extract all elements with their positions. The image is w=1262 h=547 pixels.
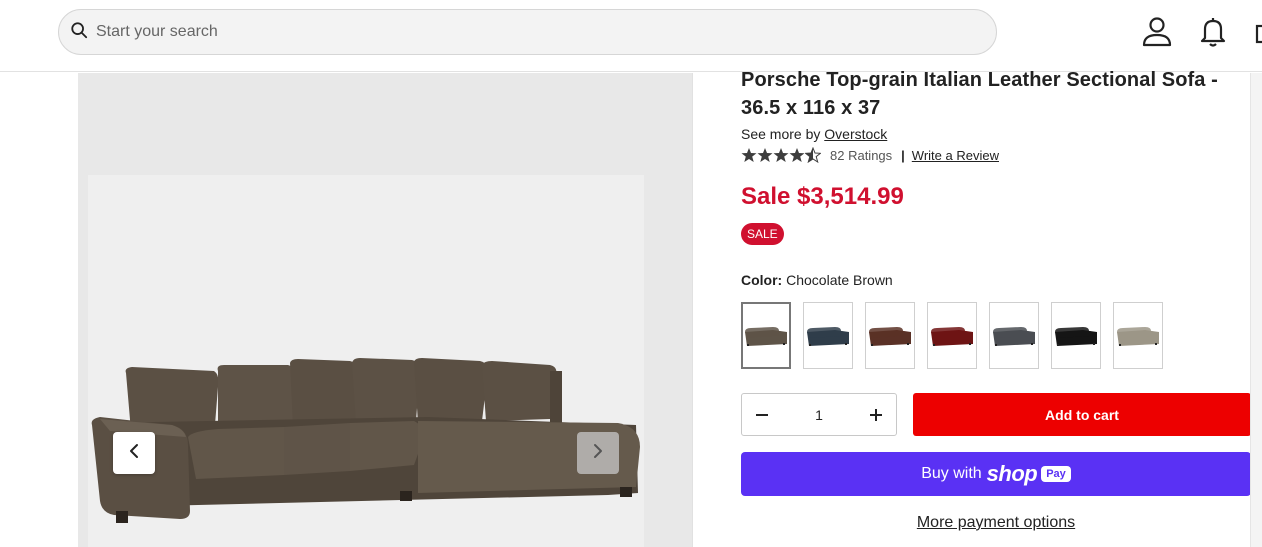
sofa-thumbnail-icon	[745, 326, 787, 346]
quantity-stepper: 1	[741, 393, 897, 436]
brand-line: See more by Overstock	[741, 126, 1253, 142]
account-icon[interactable]	[1142, 16, 1172, 48]
previous-image-button[interactable]	[113, 432, 155, 474]
search-bar[interactable]	[58, 9, 997, 55]
star-icon	[741, 148, 757, 162]
see-more-prefix: See more by	[741, 126, 825, 142]
gallery-divider	[692, 73, 693, 547]
sofa-thumbnail-icon	[807, 326, 849, 346]
cart-icon[interactable]	[1254, 16, 1262, 48]
search-input[interactable]	[96, 23, 956, 41]
color-swatch[interactable]	[927, 302, 977, 369]
minus-icon	[756, 413, 768, 416]
increase-quantity-button[interactable]	[856, 394, 896, 435]
buy-with-shop-pay-button[interactable]: Buy with shop Pay	[741, 452, 1251, 496]
color-selection-label: Color: Chocolate Brown	[741, 272, 893, 288]
sofa-thumbnail-icon	[931, 326, 973, 346]
scrollbar-track[interactable]	[1250, 73, 1262, 547]
notification-bell-icon[interactable]	[1198, 16, 1228, 48]
color-swatch[interactable]	[741, 302, 791, 369]
search-icon	[70, 21, 88, 44]
separator: |	[901, 147, 905, 163]
ratings-count[interactable]: 82 Ratings	[830, 148, 892, 163]
chevron-left-icon	[126, 443, 142, 464]
decrease-quantity-button[interactable]	[742, 394, 782, 435]
add-to-cart-button[interactable]: Add to cart	[913, 393, 1251, 436]
plus-icon	[869, 408, 882, 421]
product-title: Porsche Top-grain Italian Leather Sectio…	[741, 69, 1218, 119]
color-swatch[interactable]	[1051, 302, 1101, 369]
buy-with-label: Buy with	[921, 465, 982, 482]
star-icon	[757, 148, 773, 162]
color-swatch[interactable]	[989, 302, 1039, 369]
sale-badge: SALE	[741, 223, 784, 245]
product-gallery	[78, 73, 692, 547]
pay-badge: Pay	[1041, 466, 1071, 482]
color-label: Color:	[741, 272, 783, 288]
color-swatches	[741, 302, 1175, 369]
product-image[interactable]	[88, 175, 644, 547]
quantity-value[interactable]: 1	[815, 407, 823, 423]
more-payment-options-link[interactable]: More payment options	[741, 514, 1251, 532]
next-image-button[interactable]	[577, 432, 619, 474]
sofa-thumbnail-icon	[1117, 326, 1159, 346]
color-value: Chocolate Brown	[786, 272, 893, 288]
star-icon	[773, 148, 789, 162]
sofa-thumbnail-icon	[869, 326, 911, 346]
color-swatch[interactable]	[1113, 302, 1163, 369]
sofa-thumbnail-icon	[1055, 326, 1097, 346]
rating-line: 82 Ratings | Write a Review	[741, 147, 1253, 163]
color-swatch[interactable]	[865, 302, 915, 369]
write-review-link[interactable]: Write a Review	[912, 148, 999, 163]
star-rating[interactable]	[741, 147, 821, 163]
shop-logo: shop	[986, 461, 1038, 486]
sofa-thumbnail-icon	[993, 326, 1035, 346]
star-icon	[789, 148, 805, 162]
half-star-icon	[805, 147, 821, 163]
brand-link[interactable]: Overstock	[824, 126, 887, 142]
product-info: Porsche Top-grain Italian Leather Sectio…	[741, 66, 1253, 163]
color-swatch[interactable]	[803, 302, 853, 369]
chevron-right-icon	[590, 443, 606, 464]
top-header	[0, 0, 1262, 72]
sale-price: Sale $3,514.99	[741, 183, 904, 210]
